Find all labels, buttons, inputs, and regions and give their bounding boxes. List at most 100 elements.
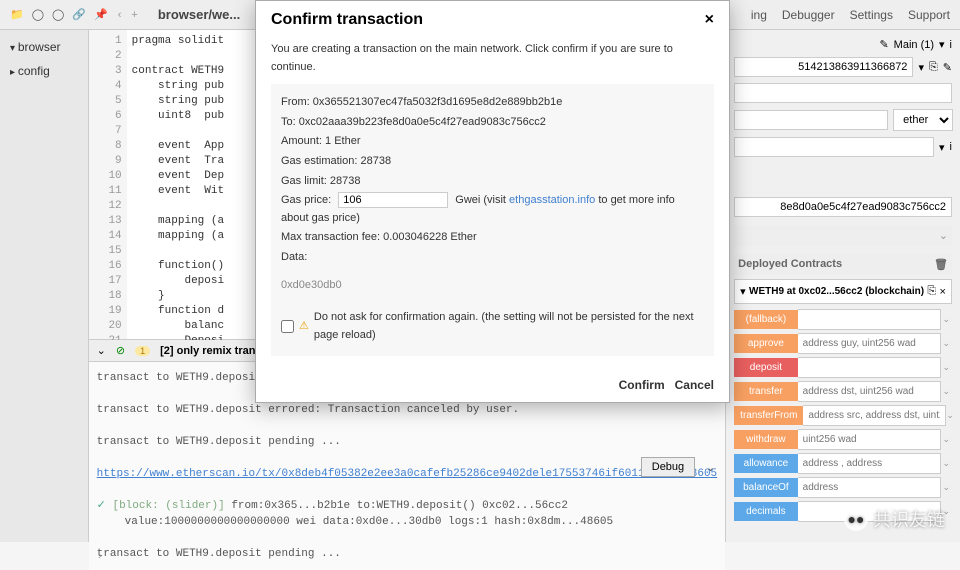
collapse-icon[interactable]: ⌄ bbox=[97, 344, 106, 357]
gwei-text: Gwei (visit bbox=[455, 194, 509, 206]
deployed-instance[interactable]: ▾ WETH9 at 0xc02...56cc2 (blockchain) ⎘ … bbox=[734, 279, 952, 304]
fn-button-fallback[interactable]: (fallback) bbox=[734, 310, 797, 329]
copy-icon[interactable]: ⎘ bbox=[927, 285, 936, 298]
fn-button-approve[interactable]: approve bbox=[734, 334, 797, 353]
fn-input[interactable] bbox=[798, 357, 941, 378]
from-value: 0x365521307ec47fa5032f3d1695e8d2e889bb2b… bbox=[313, 96, 563, 108]
arrow-left-icon[interactable]: ‹ bbox=[118, 9, 122, 21]
fn-button-deposit[interactable]: deposit bbox=[734, 358, 797, 377]
sidebar: browser config bbox=[0, 30, 89, 542]
fn-row: withdraw ⌄ bbox=[734, 429, 952, 450]
edit-icon[interactable]: ✎ bbox=[943, 61, 952, 74]
fn-button-allowance[interactable]: allowance bbox=[734, 454, 797, 473]
unit-select[interactable]: ether bbox=[893, 109, 953, 131]
gas-price-label: Gas price: bbox=[281, 194, 331, 206]
log-line: transact to WETH9.deposit errored: Trans… bbox=[97, 402, 718, 418]
dropdown-icon[interactable]: ▾ bbox=[939, 141, 945, 154]
fn-button-withdraw[interactable]: withdraw bbox=[734, 430, 797, 449]
gas-est-value: 28738 bbox=[360, 155, 391, 167]
fn-input[interactable] bbox=[798, 429, 941, 450]
chevron-down-icon[interactable]: ⌄ bbox=[941, 482, 952, 493]
checkbox-label: Do not ask for confirmation again. (the … bbox=[314, 309, 704, 344]
modal-intro: You are creating a transaction on the ma… bbox=[271, 41, 714, 76]
chevron-down-icon[interactable]: ⌄ bbox=[941, 338, 952, 349]
etherscan-link[interactable]: https://www.etherscan.io/tx/0x8deb4f0538… bbox=[97, 468, 718, 480]
prompt[interactable]: › bbox=[97, 549, 104, 565]
gas-input[interactable] bbox=[734, 83, 952, 103]
chevron-down-icon[interactable]: ⌄ bbox=[941, 458, 952, 469]
plus-icon[interactable]: + bbox=[131, 9, 137, 21]
fn-row: (fallback) ⌄ bbox=[734, 309, 952, 330]
chevron-down-icon[interactable]: ⌄ bbox=[941, 434, 952, 445]
debug-button[interactable]: Debug bbox=[641, 457, 695, 477]
confirm-button[interactable]: Confirm bbox=[619, 378, 665, 392]
fn-row: allowance ⌄ bbox=[734, 453, 952, 474]
pin-icon[interactable]: 📌 bbox=[94, 8, 108, 21]
deployed-name: WETH9 at 0xc02...56cc2 (blockchain) bbox=[749, 286, 924, 297]
expand-icon[interactable]: ⌄ bbox=[706, 461, 715, 477]
account-input[interactable] bbox=[734, 57, 913, 77]
info-icon[interactable]: i bbox=[950, 141, 952, 153]
folder-icon[interactable]: 📁 bbox=[10, 8, 24, 21]
amount-value: 1 Ether bbox=[325, 135, 360, 147]
sidebar-label: browser bbox=[18, 40, 61, 54]
chevron-down-icon[interactable]: ⌄ bbox=[941, 314, 952, 325]
fn-button-transfer[interactable]: transfer bbox=[734, 382, 797, 401]
sidebar-label: config bbox=[18, 64, 50, 78]
fn-input[interactable] bbox=[798, 309, 941, 330]
fn-button-balanceOf[interactable]: balanceOf bbox=[734, 478, 797, 497]
right-panel: ✎ Main (1) ▾ i ▾ ⎘ ✎ ether ▾ i ⌄ bbox=[725, 30, 960, 542]
info-icon[interactable]: i bbox=[950, 39, 952, 51]
tab-settings[interactable]: Settings bbox=[850, 8, 893, 22]
sidebar-item-config[interactable]: config bbox=[0, 59, 88, 83]
fn-row: deposit ⌄ bbox=[734, 357, 952, 378]
fn-input[interactable] bbox=[798, 333, 941, 354]
value-input[interactable] bbox=[734, 110, 888, 130]
link-icon[interactable]: 🔗 bbox=[72, 8, 86, 21]
fn-input[interactable] bbox=[798, 453, 941, 474]
circle-icon[interactable]: ◯ bbox=[32, 8, 44, 21]
section-caret[interactable]: ⌄ bbox=[734, 225, 952, 246]
fn-row: transfer ⌄ bbox=[734, 381, 952, 402]
at-address-input[interactable] bbox=[734, 197, 952, 217]
sidebar-item-browser[interactable]: browser bbox=[0, 35, 88, 59]
tab-partial[interactable]: ing bbox=[751, 8, 767, 22]
gas-est-label: Gas estimation: bbox=[281, 155, 357, 167]
contract-select[interactable] bbox=[734, 137, 934, 157]
circle-icon-2[interactable]: ◯ bbox=[52, 8, 64, 21]
deployed-header: Deployed Contracts 🗑 bbox=[734, 254, 952, 275]
deployed-title: Deployed Contracts bbox=[738, 258, 842, 271]
top-tabs: ing Debugger Settings Support bbox=[751, 8, 950, 22]
trash-icon[interactable]: 🗑 bbox=[934, 258, 948, 271]
close-icon[interactable]: × bbox=[705, 11, 714, 29]
fn-input[interactable] bbox=[803, 405, 946, 426]
log-line: transact to WETH9.deposit pending ... bbox=[97, 546, 718, 562]
fn-input[interactable] bbox=[798, 477, 941, 498]
pen-icon[interactable]: ✎ bbox=[879, 38, 888, 51]
dont-ask-checkbox[interactable] bbox=[281, 320, 294, 333]
fn-button-transferFrom[interactable]: transferFrom bbox=[734, 406, 803, 425]
chevron-down-icon[interactable]: ⌄ bbox=[941, 362, 952, 373]
watermark: ●● 共识友链 bbox=[844, 506, 945, 532]
tab-support[interactable]: Support bbox=[908, 8, 950, 22]
fn-row: balanceOf ⌄ bbox=[734, 477, 952, 498]
ethgasstation-link[interactable]: ethgasstation.info bbox=[509, 194, 595, 206]
warning-icon: ⚠ bbox=[299, 318, 309, 336]
to-label: To: bbox=[281, 116, 296, 128]
gas-price-input[interactable] bbox=[338, 192, 448, 208]
chevron-down-icon[interactable]: ⌄ bbox=[946, 410, 954, 421]
copy-icon[interactable]: ⎘ bbox=[929, 61, 938, 74]
tab-debugger[interactable]: Debugger bbox=[782, 8, 835, 22]
chevron-down-icon[interactable]: ⌄ bbox=[941, 386, 952, 397]
log-line: ✓ [block: (slider)] from:0x365...b2b1e t… bbox=[97, 498, 718, 514]
maxfee-label: Max transaction fee: bbox=[281, 231, 380, 243]
dropdown-icon[interactable]: ▾ bbox=[939, 38, 945, 51]
cancel-button[interactable]: Cancel bbox=[675, 378, 714, 392]
close-icon[interactable]: × bbox=[940, 286, 946, 298]
fn-button-decimals[interactable]: decimals bbox=[734, 502, 797, 521]
clear-icon[interactable]: ⊘ bbox=[116, 344, 125, 357]
dropdown-icon[interactable]: ▾ bbox=[918, 61, 924, 74]
caret-icon[interactable]: ▾ bbox=[740, 285, 746, 298]
fn-input[interactable] bbox=[798, 381, 941, 402]
maxfee-value: 0.003046228 Ether bbox=[383, 231, 477, 243]
